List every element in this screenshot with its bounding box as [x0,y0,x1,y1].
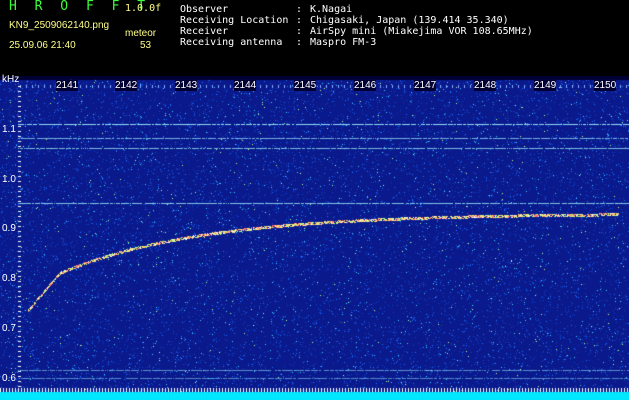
mode-label: meteor [125,28,157,39]
receiver-value: AirSpy mini (Miakejima VOR 108.65MHz) [310,26,533,37]
receiver-label: Receiver [180,26,229,37]
location-label: Receiving Location [180,15,289,26]
x-tick-label: 2146 [354,80,377,91]
count-label: 53 [140,40,152,51]
filename-label: KN9_2509062140.png [9,20,110,31]
antenna-value: Maspro FM-3 [310,37,377,48]
x-tick-label: 2142 [115,80,138,91]
version-label: 1.0.0f [125,3,162,14]
header-panel: H R O F F T 1.0.0f KN9_2509062140.png me… [0,0,629,76]
spectrogram-canvas [0,76,629,400]
y-tick-label: 1.1 [2,124,16,135]
x-tick-label: 2141 [56,80,79,91]
x-tick-label: 2144 [234,80,257,91]
y-tick-label: 0.8 [2,273,16,284]
location-value: Chigasaki, Japan (139.414 35.340) [310,15,509,26]
y-tick-label: 0.9 [2,223,16,234]
antenna-separator: : [296,37,303,48]
observer-separator: : [296,4,303,15]
x-tick-label: 2143 [175,80,198,91]
x-tick-label: 2150 [594,80,617,91]
antenna-label: Receiving antenna [180,37,283,48]
y-tick-label: 0.6 [2,373,16,384]
y-tick-label: 1.0 [2,174,16,185]
datetime-label: 25.09.06 21:40 [9,40,76,51]
receiver-separator: : [296,26,303,37]
y-axis-unit: kHz [2,74,20,85]
location-separator: : [296,15,303,26]
x-tick-label: 2149 [534,80,557,91]
x-tick-label: 2148 [474,80,497,91]
x-tick-label: 2145 [294,80,317,91]
observer-label: Observer [180,4,229,15]
y-tick-label: 0.7 [2,323,16,334]
x-tick-label: 2147 [414,80,437,91]
observer-value: K.Nagai [310,4,353,15]
